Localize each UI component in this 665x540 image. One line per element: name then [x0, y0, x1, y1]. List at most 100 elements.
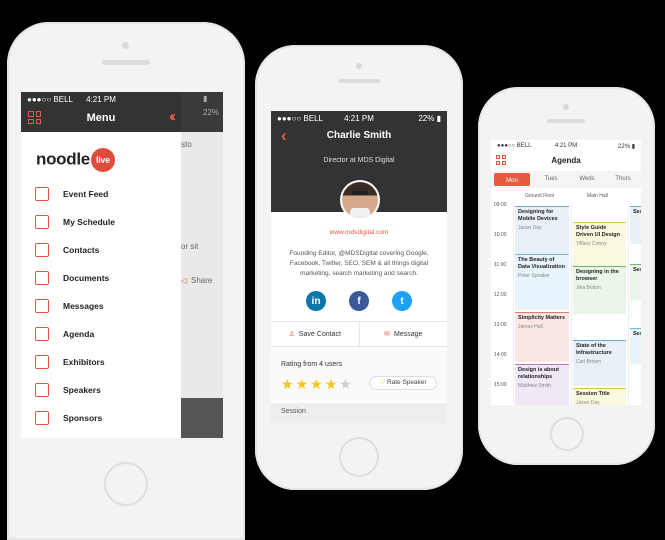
agenda-event[interactable]: Ses — [630, 328, 641, 364]
event-title: Design is about relationships — [518, 367, 559, 380]
agenda-event[interactable]: The Beauty of Data Visualization Peter Sp… — [515, 254, 569, 310]
profile-website-link[interactable]: www.mdsdigital.com — [271, 229, 447, 236]
microphone-icon — [35, 383, 49, 397]
camera — [356, 63, 362, 69]
time-label: 09:00 — [494, 202, 507, 208]
agenda-event[interactable]: Session Title Jason Day — [573, 388, 626, 405]
star-empty-icon: ★ — [339, 376, 352, 392]
bg-text: or sit — [181, 242, 199, 251]
bg-photo — [181, 398, 223, 438]
agenda-event[interactable]: Ses — [630, 264, 641, 300]
agenda-event[interactable]: Ses — [630, 206, 641, 244]
tab-thurs[interactable]: Thurs — [605, 171, 641, 188]
time-label: 10:00 — [494, 232, 507, 238]
save-contact-button[interactable]: ♙ Save Contact — [271, 322, 360, 346]
camera — [563, 104, 569, 110]
time-label: 15:00 — [494, 382, 507, 388]
twitter-icon[interactable]: t — [392, 291, 412, 311]
event-title: State of the Infrastructure — [576, 343, 612, 356]
rating-section: Rating from 4 users ★ ★ ★ ★ ★ ☆ Rate Speaker — [271, 351, 447, 401]
share-label: Share — [191, 276, 213, 285]
tab-mon[interactable]: Mon — [494, 173, 530, 186]
camera — [122, 42, 129, 49]
event-speaker: Matthew Smith — [518, 383, 552, 389]
status-time: 4:21 PM — [86, 94, 116, 104]
menu-item-label: Agenda — [63, 329, 95, 339]
home-button[interactable] — [550, 417, 584, 451]
battery-indicator: ▮ 22% — [203, 94, 220, 117]
menu-item[interactable]: Agenda — [21, 320, 181, 348]
person-icon — [35, 355, 49, 369]
event-speaker: Jason Day — [576, 400, 600, 405]
bg-text: sto — [181, 140, 192, 149]
session-section-header: Session — [271, 403, 447, 423]
menu-item[interactable]: Event Feed — [21, 180, 181, 208]
agenda-event[interactable]: Designing in the browser Jina Bolton — [573, 266, 626, 314]
agenda-event[interactable]: State of the Infrastructure Carl Brown — [573, 340, 626, 386]
agenda-screen: ●●●○○ BELL 4:21 PM 22% ▮ Agenda Mon Tues W… — [491, 140, 641, 405]
event-title: Session Title — [576, 391, 610, 397]
agenda-event[interactable]: Design is about relationships Matthew Smi… — [515, 364, 569, 405]
agenda-title: Agenda — [551, 156, 581, 165]
double-chevron-left-icon[interactable]: ‹‹ — [169, 108, 176, 125]
flag-icon — [35, 411, 49, 425]
star-filled-icon: ★ — [324, 376, 338, 392]
speaker — [102, 60, 150, 65]
event-speaker: Jason Day — [518, 225, 542, 231]
status-time: 4:21 PM — [344, 113, 374, 123]
time-label: 12:00 — [494, 292, 507, 298]
time-label: 11:00 — [494, 262, 507, 268]
event-title: Simplicity Matters — [518, 315, 566, 321]
room-header: Main Hall — [587, 193, 608, 199]
rating-label: Rating from 4 users — [281, 361, 343, 368]
agenda-event[interactable]: Designing for Mobile Devices Jason Day — [515, 206, 569, 254]
profile-name: Charlie Smith — [326, 130, 392, 141]
envelope-icon: ✉ — [384, 331, 390, 338]
menu-header: ●●●○○ BELL 4:21 PM Menu ‹‹ — [21, 92, 181, 132]
envelope-icon — [35, 299, 49, 313]
room-header: Ground Floor — [525, 193, 555, 199]
star-filled-icon: ★ — [281, 376, 294, 392]
avatar — [340, 180, 380, 220]
menu-item[interactable]: My Schedule — [21, 208, 181, 236]
star-outline-icon: ☆ — [379, 379, 386, 386]
facebook-icon[interactable]: f — [349, 291, 369, 311]
menu-screen: sto or sit ◁ Share ●●●○○ BELL 4:21 PM Me… — [21, 92, 223, 438]
menu-item-label: Sponsors — [63, 413, 103, 423]
calendar-icon — [35, 215, 49, 229]
menu-item[interactable]: Sponsors — [21, 404, 181, 432]
event-speaker: Peter Speaker — [518, 273, 550, 279]
star-filled-icon: ★ — [295, 376, 309, 392]
menu-item[interactable]: Speakers — [21, 376, 181, 404]
agenda-event[interactable]: Simplicity Matters James Hall — [515, 312, 569, 362]
event-speaker: James Hall — [518, 324, 543, 330]
home-button[interactable] — [339, 437, 379, 477]
menu-item-label: Exhibitors — [63, 357, 105, 367]
background-screen: sto or sit ◁ Share — [181, 92, 223, 438]
status-time: 4:21 PM — [554, 143, 578, 149]
message-button[interactable]: ✉ Message — [360, 322, 448, 346]
clock-icon — [35, 327, 49, 341]
day-tabs: Mon Tues Weds Thurs — [491, 171, 641, 188]
menu-item-label: Event Feed — [63, 189, 109, 199]
event-title: Ses — [633, 331, 641, 337]
feed-icon — [35, 187, 49, 201]
tab-weds[interactable]: Weds — [569, 171, 605, 188]
home-button[interactable] — [104, 462, 148, 506]
agenda-event[interactable]: Style Guide Driven UI Design Tiffany Conn… — [573, 222, 626, 266]
linkedin-icon[interactable]: in — [306, 291, 326, 311]
event-speaker: Carl Brown — [576, 359, 601, 365]
menu-item[interactable]: Exhibitors — [21, 348, 181, 376]
time-label: 14:00 — [494, 352, 507, 358]
rating-stars: ★ ★ ★ ★ ★ — [281, 376, 354, 394]
rate-speaker-button[interactable]: ☆ Rate Speaker — [369, 376, 437, 390]
menu-item[interactable]: Documents — [21, 264, 181, 292]
menu-item[interactable]: Contacts — [21, 236, 181, 264]
event-title: Ses — [633, 267, 641, 273]
event-title: Designing in the browser — [576, 269, 619, 282]
menu-item-label: Speakers — [63, 385, 101, 395]
tab-tues[interactable]: Tues — [533, 171, 569, 188]
menu-item[interactable]: Messages — [21, 292, 181, 320]
profile-actions: ♙ Save Contact ✉ Message — [271, 321, 447, 347]
event-title: Designing for Mobile Devices — [518, 209, 558, 222]
